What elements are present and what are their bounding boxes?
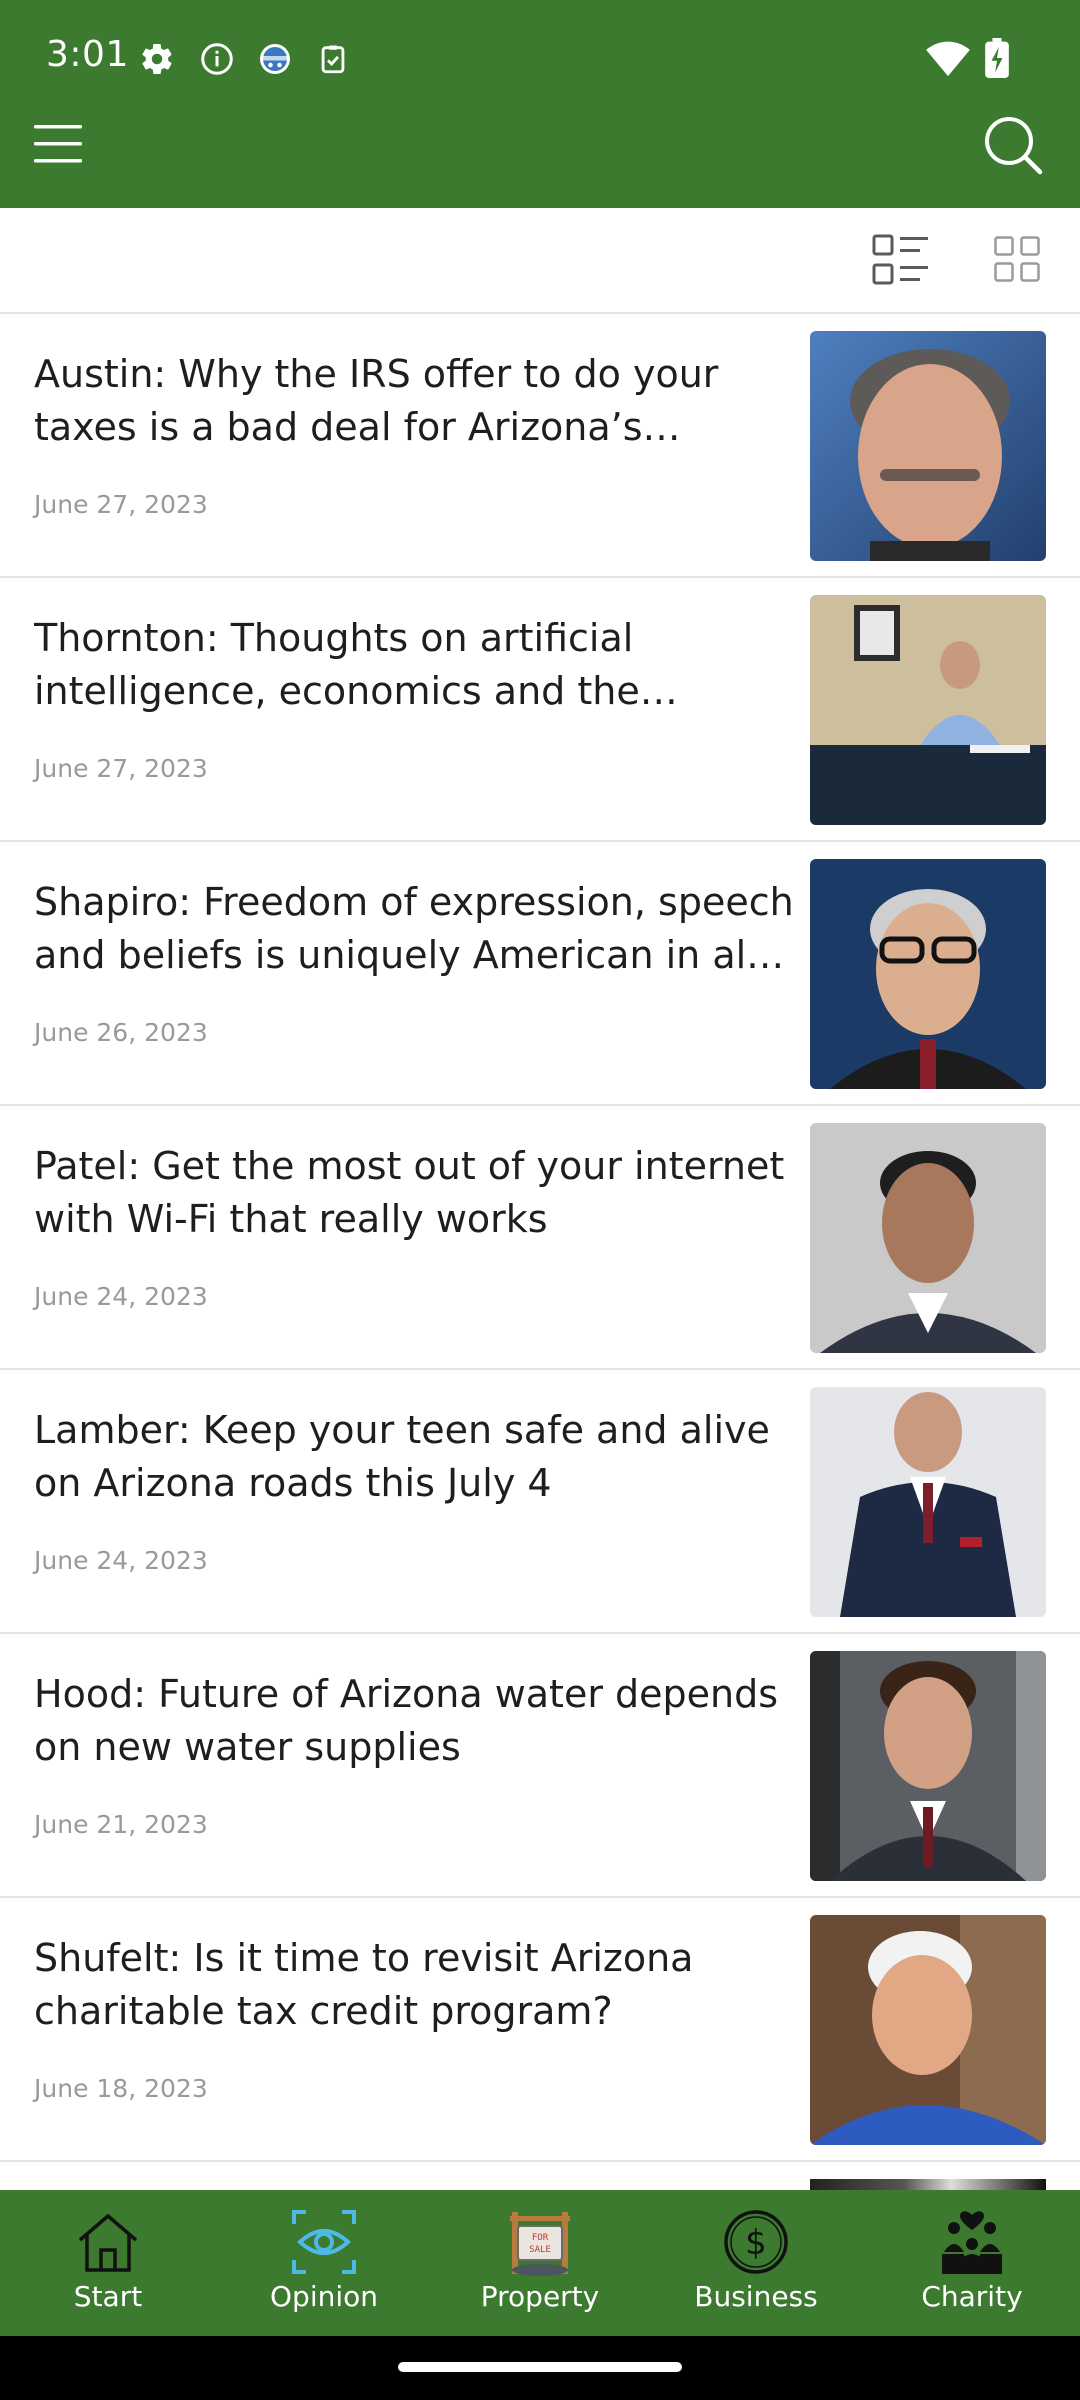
nav-item-start[interactable]: Start	[0, 2190, 216, 2336]
gear-icon	[138, 40, 176, 78]
article-date: June 24, 2023	[34, 1546, 208, 1575]
view-toggle-bar	[0, 208, 1080, 314]
article-date: June 18, 2023	[34, 2074, 208, 2103]
article-thumbnail[interactable]	[810, 595, 1046, 825]
battery-charging-icon	[984, 38, 1010, 78]
article-thumbnail[interactable]	[810, 859, 1046, 1089]
article-date: June 27, 2023	[34, 754, 208, 783]
for-sale-sign-icon: FOR SALE	[506, 2208, 574, 2276]
article-title[interactable]: Lamber: Keep your teen safe and alive on…	[34, 1404, 794, 1510]
eye-icon	[290, 2208, 358, 2276]
info-icon	[198, 40, 236, 78]
nav-label: Charity	[921, 2280, 1023, 2313]
list-view-icon[interactable]	[872, 234, 930, 286]
article-item[interactable]: Patel: Get the most out of your internet…	[0, 1106, 1080, 1370]
nav-label: Start	[73, 2280, 143, 2313]
article-item[interactable]: Hood: Future of Arizona water depends on…	[0, 1634, 1080, 1898]
article-thumbnail[interactable]	[810, 1651, 1046, 1881]
status-time: 3:01	[46, 34, 129, 75]
bottom-navigation: Start Opinion FOR SALE Property $ Busine…	[0, 2190, 1080, 2336]
article-thumbnail[interactable]	[810, 331, 1046, 561]
nav-item-business[interactable]: $ Business	[648, 2190, 864, 2336]
article-title[interactable]: Shufelt: Is it time to revisit Arizona c…	[34, 1932, 794, 2038]
nav-label: Opinion	[270, 2280, 378, 2313]
wifi-icon	[926, 38, 970, 78]
article-date: June 26, 2023	[34, 1018, 208, 1047]
nav-label: Business	[694, 2280, 818, 2313]
status-bar: 3:01	[0, 0, 1080, 118]
article-item[interactable]: Austin: Why the IRS offer to do your tax…	[0, 314, 1080, 578]
article-date: June 24, 2023	[34, 1282, 208, 1311]
nav-item-opinion[interactable]: Opinion	[216, 2190, 432, 2336]
search-icon[interactable]	[982, 114, 1044, 176]
house-icon	[74, 2208, 142, 2276]
article-item[interactable]: Thornton: Thoughts on artificial intelli…	[0, 578, 1080, 842]
article-title[interactable]: Shapiro: Freedom of expression, speech a…	[34, 876, 794, 982]
globe-badge-icon	[256, 40, 294, 78]
sign-text-line1: FOR	[532, 2233, 549, 2243]
article-thumbnail[interactable]	[810, 1387, 1046, 1617]
dollar-coin-icon: $	[722, 2208, 790, 2276]
article-title[interactable]: Patel: Get the most out of your internet…	[34, 1140, 794, 1246]
article-title[interactable]: Austin: Why the IRS offer to do your tax…	[34, 348, 794, 454]
article-item[interactable]: Lamber: Keep your teen safe and alive on…	[0, 1370, 1080, 1634]
sign-text-line2: SALE	[529, 2245, 551, 2255]
nav-item-charity[interactable]: Charity	[864, 2190, 1080, 2336]
grid-view-icon[interactable]	[994, 236, 1040, 282]
article-item[interactable]: Shufelt: Is it time to revisit Arizona c…	[0, 1898, 1080, 2162]
article-thumbnail[interactable]	[810, 1915, 1046, 2145]
article-title[interactable]: Thornton: Thoughts on artificial intelli…	[34, 612, 794, 718]
system-gesture-bar	[0, 2336, 1080, 2400]
top-app-bar: 3:01	[0, 0, 1080, 208]
article-date: June 27, 2023	[34, 490, 208, 519]
article-title[interactable]: Hood: Future of Arizona water depends on…	[34, 1668, 794, 1774]
hamburger-menu-icon[interactable]	[34, 124, 84, 164]
article-item[interactable]: Shapiro: Freedom of expression, speech a…	[0, 842, 1080, 1106]
nav-label: Property	[480, 2280, 600, 2313]
home-gesture-handle[interactable]	[398, 2362, 682, 2372]
article-date: June 21, 2023	[34, 1810, 208, 1839]
people-heart-icon	[938, 2208, 1006, 2276]
nav-item-property[interactable]: FOR SALE Property	[432, 2190, 648, 2336]
clipboard-check-icon	[314, 40, 352, 78]
article-thumbnail[interactable]	[810, 1123, 1046, 1353]
svg-text:$: $	[745, 2223, 767, 2263]
article-list: Austin: Why the IRS offer to do your tax…	[0, 314, 1080, 2209]
